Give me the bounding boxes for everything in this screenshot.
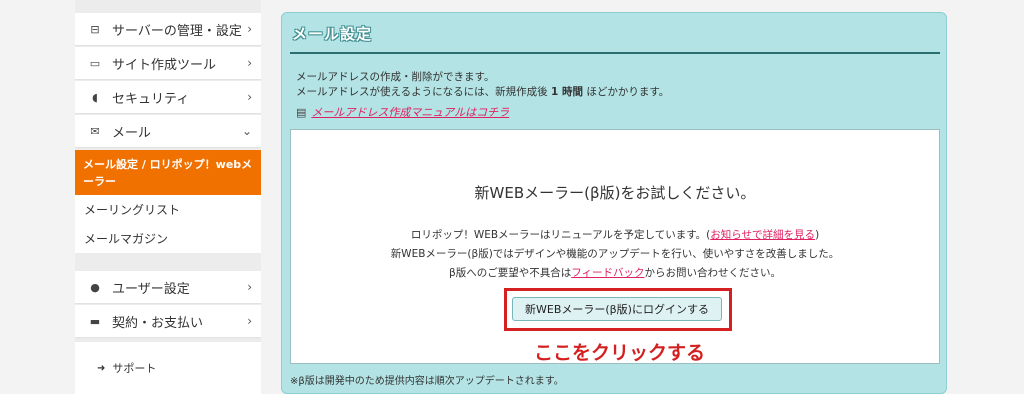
notice-text: ) [815, 229, 820, 241]
sidebar-subitem-mail-magazine[interactable]: メールマガジン [75, 224, 261, 253]
chevron-right-icon: › [247, 22, 252, 36]
manual-link[interactable]: メールアドレス作成マニュアルはコチラ [311, 104, 509, 120]
description-line-1: メールアドレスの作成・削除ができます。 [296, 71, 495, 83]
support-label: サポート [112, 362, 157, 375]
mail-icon: ✉ [90, 124, 100, 138]
page: ⊟ サーバーの管理・設定 › ▭ サイト作成ツール › ◖ セキュリティ › ✉… [0, 0, 1024, 394]
sidebar-item-billing[interactable]: ▬ 契約・お支払い › [75, 305, 261, 338]
sidebar-subitem-mail-settings[interactable]: メール設定 / ロリポップ！webメーラー [75, 150, 261, 195]
page-title: メール設定 [292, 25, 373, 43]
sidebar-item-label: ユーザー設定 [112, 281, 190, 297]
click-here-annotation: ここをクリックする [534, 342, 706, 364]
description-text: ほどかかります。 [583, 86, 670, 98]
sidebar-item-label: サーバーの管理・設定 [112, 23, 242, 39]
shield-icon: ◖ [92, 90, 98, 104]
notice-text: からお問い合わせください。 [644, 267, 782, 279]
mail-settings-panel: メール設定 メールアドレスの作成・削除ができます。 メールアドレスが使えるように… [281, 12, 947, 394]
title-divider [290, 52, 940, 54]
arrow-right-icon: ➜ [97, 362, 106, 374]
laptop-icon: ▭ [89, 56, 101, 70]
description-text: メールアドレスが使えるようになるには、新規作成後 [296, 86, 552, 98]
feedback-notice: β版へのご要望や不具合はフィードバックからお問い合わせください。 [291, 265, 939, 280]
sidebar: ⊟ サーバーの管理・設定 › ▭ サイト作成ツール › ◖ セキュリティ › ✉… [75, 0, 261, 394]
server-icon: ⊟ [90, 22, 100, 36]
sidebar-item-label: セキュリティ [112, 91, 190, 107]
beta-features-text: 新WEBメーラー(β版)ではデザインや機能のアップデートを行い、使いやすさを改善… [390, 248, 840, 260]
beta-mailer-box: 新WEBメーラー(β版)をお試しください。 ロリポップ！WEBメーラーはリニュー… [290, 129, 940, 364]
sidebar-item-site-tools[interactable]: ▭ サイト作成ツール › [75, 47, 261, 80]
sidebar-item-user-settings[interactable]: ● ユーザー設定 › [75, 271, 261, 304]
sidebar-item-label: メール [112, 125, 152, 141]
chevron-right-icon: › [247, 56, 252, 70]
feedback-link[interactable]: フィードバック [571, 267, 644, 279]
chevron-right-icon: › [247, 280, 252, 294]
chevron-right-icon: › [247, 90, 252, 104]
beta-headline: 新WEBメーラー(β版)をお試しください。 [474, 184, 756, 202]
beta-footnote: ※β版は開発中のため提供内容は順次アップデートされます。 [290, 376, 564, 387]
beta-mailer-login-button[interactable]: 新WEBメーラー(β版)にログインする [512, 297, 722, 321]
sidebar-item-label: サイト作成ツール [112, 57, 217, 73]
sidebar-subitem-mailing-list[interactable]: メーリングリスト [75, 195, 261, 224]
notice-text: ロリポップ！WEBメーラーはリニューアルを予定しています。( [410, 229, 711, 241]
card-icon: ▬ [89, 314, 101, 328]
sidebar-item-support[interactable]: ➜ サポート [75, 342, 261, 394]
renewal-notice: ロリポップ！WEBメーラーはリニューアルを予定しています。(お知らせで詳細を見る… [291, 227, 939, 242]
description-emphasis: 1 時間 [551, 86, 583, 98]
news-details-link[interactable]: お知らせで詳細を見る [710, 229, 815, 241]
user-icon: ● [90, 280, 100, 294]
description-line-2: メールアドレスが使えるようになるには、新規作成後 1 時間 ほどかかります。 [296, 84, 669, 99]
notice-text: β版へのご要望や不具合は [449, 267, 572, 279]
sidebar-item-label: 契約・お支払い [112, 315, 204, 331]
document-icon: ▤ [296, 105, 307, 119]
chevron-down-icon: ⌄ [241, 124, 252, 138]
chevron-right-icon: › [247, 314, 252, 328]
sidebar-item-mail[interactable]: ✉ メール ⌄ [75, 115, 261, 148]
manual-link-row: ▤ メールアドレス作成マニュアルはコチラ [296, 104, 509, 120]
sidebar-item-server[interactable]: ⊟ サーバーの管理・設定 › [75, 13, 261, 46]
sidebar-item-security[interactable]: ◖ セキュリティ › [75, 81, 261, 114]
